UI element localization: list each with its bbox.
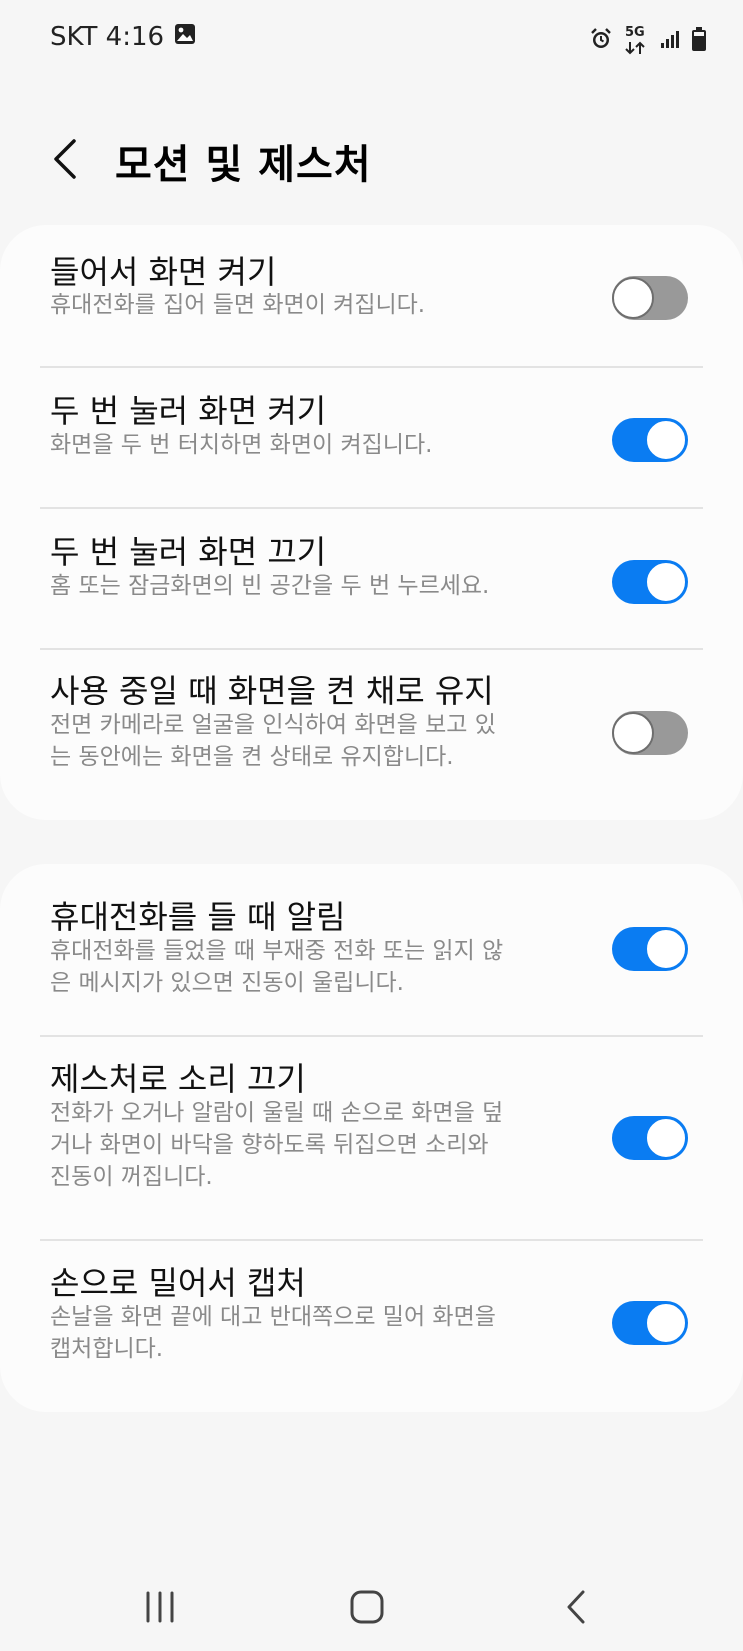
recent-apps-button[interactable]: [130, 1582, 190, 1632]
nav-back-button[interactable]: [546, 1582, 606, 1632]
back-icon: [567, 1590, 585, 1624]
toggle-knob: [645, 1117, 687, 1159]
desc-line: 휴대전화를 집어 들면 화면이 켜집니다.: [50, 292, 426, 318]
carrier-time: SKT 4:16: [50, 22, 165, 52]
gesture-mute-toggle[interactable]: [612, 1116, 688, 1160]
app-bar: 모션 및 제스처: [0, 120, 743, 200]
setting-desc: 손날을 화면 끝에 대고 반대쪽으로 밀어 화면을 캡처합니다.: [50, 1301, 560, 1365]
setting-title: 휴대전화를 들 때 알림: [50, 898, 346, 936]
palm-swipe-capture-toggle[interactable]: [612, 1301, 688, 1345]
setting-row-lift-to-wake[interactable]: 들어서 화면 켜기 휴대전화를 집어 들면 화면이 켜집니다.: [0, 225, 743, 364]
setting-desc: 휴대전화를 집어 들면 화면이 켜집니다.: [50, 289, 560, 321]
battery-icon: [691, 26, 707, 56]
desc-line: 거나 화면이 바닥을 향하도록 뒤집으면 소리와: [50, 1132, 489, 1158]
desc-line: 진동이 꺼집니다.: [50, 1164, 213, 1190]
home-icon: [350, 1590, 384, 1624]
home-button[interactable]: [337, 1582, 397, 1632]
setting-desc: 전화가 오거나 알람이 울릴 때 손으로 화면을 덮 거나 화면이 바닥을 향하…: [50, 1097, 560, 1193]
page-title: 모션 및 제스처: [115, 142, 372, 188]
back-button[interactable]: [40, 134, 90, 184]
keep-screen-on-toggle[interactable]: [612, 711, 688, 755]
desc-line: 전화가 오거나 알람이 울릴 때 손으로 화면을 덮: [50, 1100, 504, 1126]
toggle-knob: [645, 561, 687, 603]
setting-desc: 휴대전화를 들었을 때 부재중 전화 또는 읽지 않 은 메시지가 있으면 진동…: [50, 935, 560, 999]
network-label: 5G: [625, 25, 645, 40]
lift-alert-toggle[interactable]: [612, 927, 688, 971]
desc-line: 은 메시지가 있으면 진동이 울립니다.: [50, 970, 404, 996]
setting-title: 두 번 눌러 화면 끄기: [50, 533, 327, 571]
desc-line: 캡처합니다.: [50, 1336, 164, 1362]
alarm-icon: [589, 27, 613, 55]
signal-icon: [659, 28, 681, 54]
toggle-knob: [645, 1302, 687, 1344]
double-tap-wake-toggle[interactable]: [612, 418, 688, 462]
desc-line: 휴대전화를 들었을 때 부재중 전화 또는 읽지 않: [50, 938, 504, 964]
desc-line: 화면을 두 번 터치하면 화면이 켜집니다.: [50, 432, 433, 458]
setting-desc: 화면을 두 번 터치하면 화면이 켜집니다.: [50, 429, 560, 461]
recent-apps-icon: [146, 1591, 174, 1623]
desc-line: 손날을 화면 끝에 대고 반대쪽으로 밀어 화면을: [50, 1304, 496, 1330]
status-bar: SKT 4:16 5G: [0, 0, 743, 80]
toggle-knob: [645, 928, 687, 970]
setting-row-double-tap-wake[interactable]: 두 번 눌러 화면 켜기 화면을 두 번 터치하면 화면이 켜집니다.: [0, 368, 743, 507]
toggle-knob: [612, 277, 654, 319]
toggle-knob: [645, 419, 687, 461]
status-left: SKT 4:16: [50, 22, 196, 52]
desc-line: 전면 카메라로 얼굴을 인식하여 화면을 보고 있: [50, 712, 496, 738]
5g-icon: 5G: [623, 25, 649, 55]
desc-line: 는 동안에는 화면을 켠 상태로 유지합니다.: [50, 744, 454, 770]
setting-title: 사용 중일 때 화면을 켠 채로 유지: [50, 672, 494, 710]
status-right: 5G: [589, 25, 707, 56]
toggle-knob: [612, 712, 654, 754]
double-tap-off-toggle[interactable]: [612, 560, 688, 604]
settings-card-1: 들어서 화면 켜기 휴대전화를 집어 들면 화면이 켜집니다. 두 번 눌러 화…: [0, 225, 743, 820]
setting-row-gesture-mute[interactable]: 제스처로 소리 끄기 전화가 오거나 알람이 울릴 때 손으로 화면을 덮 거나…: [0, 1037, 743, 1237]
setting-title: 두 번 눌러 화면 켜기: [50, 392, 327, 430]
setting-row-palm-swipe-capture[interactable]: 손으로 밀어서 캡처 손날을 화면 끝에 대고 반대쪽으로 밀어 화면을 캡처합…: [0, 1241, 743, 1412]
setting-row-keep-screen-on[interactable]: 사용 중일 때 화면을 켠 채로 유지 전면 카메라로 얼굴을 인식하여 화면을…: [0, 650, 743, 820]
setting-title: 제스처로 소리 끄기: [50, 1060, 306, 1098]
setting-row-double-tap-off[interactable]: 두 번 눌러 화면 끄기 홈 또는 잠금화면의 빈 공간을 두 번 누르세요.: [0, 509, 743, 648]
settings-card-2: 휴대전화를 들 때 알림 휴대전화를 들었을 때 부재중 전화 또는 읽지 않 …: [0, 864, 743, 1412]
lift-to-wake-toggle[interactable]: [612, 276, 688, 320]
setting-desc: 전면 카메라로 얼굴을 인식하여 화면을 보고 있 는 동안에는 화면을 켠 상…: [50, 709, 560, 773]
setting-desc: 홈 또는 잠금화면의 빈 공간을 두 번 누르세요.: [50, 570, 560, 602]
setting-title: 손으로 밀어서 캡처: [50, 1264, 306, 1302]
setting-title: 들어서 화면 켜기: [50, 253, 277, 291]
gallery-icon: [174, 22, 196, 52]
chevron-left-icon: [54, 139, 76, 179]
setting-row-lift-alert[interactable]: 휴대전화를 들 때 알림 휴대전화를 들었을 때 부재중 전화 또는 읽지 않 …: [0, 864, 743, 1034]
desc-line: 홈 또는 잠금화면의 빈 공간을 두 번 누르세요.: [50, 573, 490, 599]
navigation-bar: [0, 1560, 743, 1651]
